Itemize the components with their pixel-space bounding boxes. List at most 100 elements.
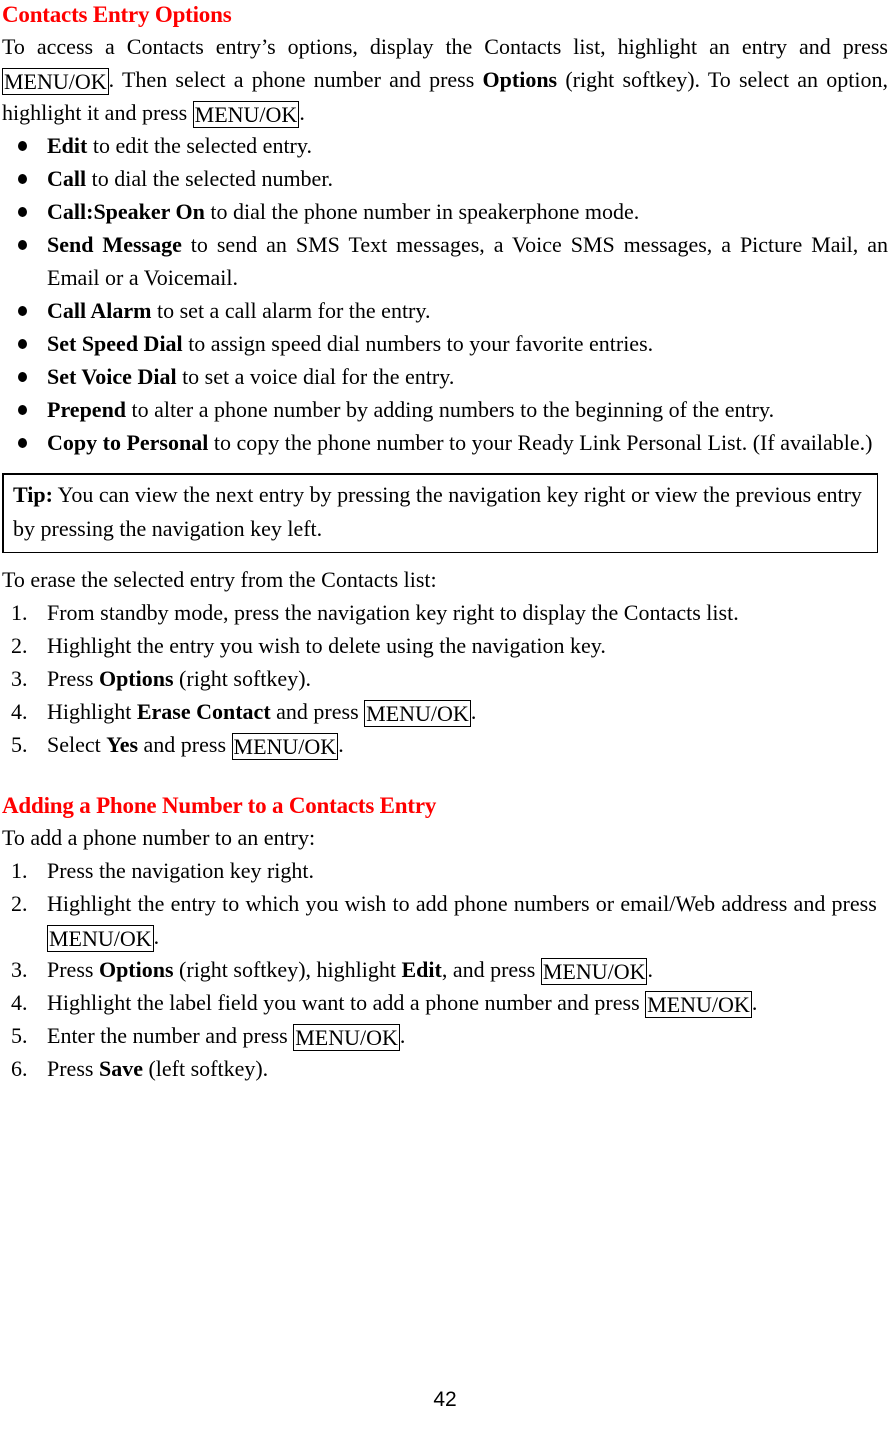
page-number: 42 bbox=[433, 1388, 457, 1411]
step-number: 2. bbox=[11, 633, 28, 658]
step-text-c: . bbox=[470, 699, 477, 724]
step-text-d: . bbox=[647, 957, 653, 982]
section2-title: Adding a Phone Number to a Contacts Entr… bbox=[2, 793, 437, 818]
bullet-icon bbox=[18, 438, 27, 448]
bullet-icon bbox=[18, 207, 27, 217]
yes-label: Yes bbox=[106, 732, 139, 757]
tip-label: Tip: bbox=[13, 482, 53, 507]
step-text-b: (right softkey), highlight bbox=[173, 957, 402, 982]
step-text: Highlight the label field you want to ad… bbox=[47, 990, 646, 1015]
list-item: Copy to Personal to copy the phone numbe… bbox=[2, 426, 888, 459]
list-item: 4. Highlight Erase Contact and press MENU… bbox=[2, 695, 888, 728]
menu-ok-key: MENU/OK bbox=[540, 958, 648, 985]
menu-ok-key: MENU/OK bbox=[293, 1024, 400, 1051]
document-page: Contacts Entry Options To access a Conta… bbox=[0, 0, 890, 1430]
step-text: Select bbox=[47, 732, 107, 757]
step-number: 4. bbox=[11, 699, 28, 724]
option-desc: to set a call alarm for the entry. bbox=[151, 298, 431, 323]
step-text-b: and press bbox=[138, 732, 232, 757]
option-label: Edit bbox=[47, 133, 88, 158]
step-text: Press bbox=[47, 1056, 99, 1081]
step-number: 1. bbox=[11, 600, 28, 625]
bullet-icon bbox=[18, 405, 27, 415]
step-text-c: . bbox=[338, 732, 344, 757]
section2-intro-paragraph: To add a phone number to an entry: bbox=[2, 825, 316, 850]
list-item: 5. Select Yes and press MENU/OK. bbox=[2, 728, 888, 761]
save-label: Save bbox=[98, 1056, 143, 1081]
step-number: 2. bbox=[11, 891, 28, 916]
option-desc: to edit the selected entry. bbox=[87, 133, 312, 158]
option-label: Call bbox=[47, 166, 87, 191]
step-number: 1. bbox=[11, 858, 28, 883]
list-item: 4. Highlight the label field you want to … bbox=[2, 986, 888, 1019]
list-item: Call Alarm to set a call alarm for the e… bbox=[2, 294, 888, 327]
step-text: Highlight the entry you wish to delete u… bbox=[47, 633, 606, 658]
step-text-b: (right softkey). bbox=[173, 666, 312, 691]
step-text: Enter the number and press bbox=[47, 1023, 294, 1048]
menu-ok-key: MENU/OK bbox=[192, 101, 300, 128]
list-item: Set Speed Dial to assign speed dial numb… bbox=[2, 327, 888, 360]
step-text-c: , and press bbox=[441, 957, 541, 982]
list-item: 1. Press the navigation key right. bbox=[2, 854, 888, 887]
option-label: Call:Speaker On bbox=[47, 199, 205, 224]
options-softkey-label: Options bbox=[482, 67, 558, 92]
option-desc: to set a voice dial for the entry. bbox=[176, 364, 455, 389]
menu-ok-key: MENU/OK bbox=[231, 733, 339, 760]
step-number: 3. bbox=[11, 957, 28, 982]
step-text: Press the navigation key right. bbox=[47, 858, 315, 883]
option-desc: to alter a phone number by adding number… bbox=[126, 397, 775, 422]
step-number: 3. bbox=[11, 666, 28, 691]
list-item: Set Voice Dial to set a voice dial for t… bbox=[2, 360, 888, 393]
step-text-b: . bbox=[153, 924, 160, 949]
page-title: Contacts Entry Options bbox=[2, 2, 232, 27]
step-number: 5. bbox=[11, 1023, 28, 1048]
list-item: Call:Speaker On to dial the phone number… bbox=[2, 195, 888, 228]
step-number: 6. bbox=[11, 1056, 28, 1081]
step-text: Press bbox=[47, 957, 99, 982]
option-desc: to assign speed dial numbers to your fav… bbox=[182, 331, 654, 356]
bullet-icon bbox=[18, 306, 27, 316]
list-item: 2. Highlight the entry to which you wish … bbox=[2, 887, 888, 953]
step-text-b: (left softkey). bbox=[142, 1056, 269, 1081]
step-text: Highlight bbox=[47, 699, 137, 724]
option-label: Send Message bbox=[47, 232, 182, 257]
list-item: Edit to edit the selected entry. bbox=[2, 129, 888, 162]
list-item: 3. Press Options (right softkey), highlig… bbox=[2, 953, 888, 986]
section2-wrapper: Adding a Phone Number to a Contacts Entr… bbox=[2, 791, 888, 821]
bullet-icon bbox=[18, 141, 27, 151]
erase-intro-paragraph: To erase the selected entry from the Con… bbox=[2, 567, 437, 592]
bullet-icon bbox=[18, 372, 27, 382]
edit-label: Edit bbox=[401, 957, 442, 982]
option-label: Prepend bbox=[47, 397, 127, 422]
intro-paragraph: To access a Contacts entry’s options, di… bbox=[2, 30, 888, 129]
menu-ok-key: MENU/OK bbox=[2, 68, 109, 95]
intro-text-b: . Then select a phone number and press bbox=[108, 67, 483, 92]
option-desc: to dial the phone number in speakerphone… bbox=[204, 199, 640, 224]
step-text: From standby mode, press the navigation … bbox=[47, 600, 739, 625]
step-text-b: . bbox=[399, 1023, 406, 1048]
list-item: Send Message to send an SMS Text message… bbox=[2, 228, 888, 294]
option-desc: to copy the phone number to your Ready L… bbox=[208, 430, 873, 455]
intro-text-a: To access a Contacts entry’s options, di… bbox=[2, 34, 888, 59]
erase-contact-label: Erase Contact bbox=[136, 699, 271, 724]
contacts-options-list: Edit to edit the selected entry. Call to… bbox=[2, 129, 888, 459]
option-label: Call Alarm bbox=[47, 298, 152, 323]
add-number-steps-list: 1. Press the navigation key right. 2. High… bbox=[2, 854, 888, 1085]
intro-text-d: . bbox=[299, 100, 305, 125]
option-label: Set Speed Dial bbox=[47, 331, 183, 356]
erase-steps-list: 1. From standby mode, press the navigatio… bbox=[2, 596, 888, 761]
menu-ok-key: MENU/OK bbox=[47, 925, 154, 952]
list-item: 3. Press Options (right softkey). bbox=[2, 662, 888, 695]
options-softkey-label: Options bbox=[98, 957, 174, 982]
option-desc: to dial the selected number. bbox=[86, 166, 333, 191]
step-text-b: and press bbox=[270, 699, 365, 724]
option-label: Set Voice Dial bbox=[47, 364, 177, 389]
list-item: Call to dial the selected number. bbox=[2, 162, 888, 195]
tip-callout: Tip: You can view the next entry by pres… bbox=[2, 473, 878, 553]
options-softkey-label: Options bbox=[98, 666, 174, 691]
bullet-icon bbox=[18, 240, 27, 250]
step-number: 5. bbox=[11, 732, 28, 757]
list-item: 2. Highlight the entry you wish to delete… bbox=[2, 629, 888, 662]
list-item: 5. Enter the number and press MENU/OK. bbox=[2, 1019, 888, 1052]
tip-text: Tip: You can view the next entry by pres… bbox=[13, 478, 867, 546]
